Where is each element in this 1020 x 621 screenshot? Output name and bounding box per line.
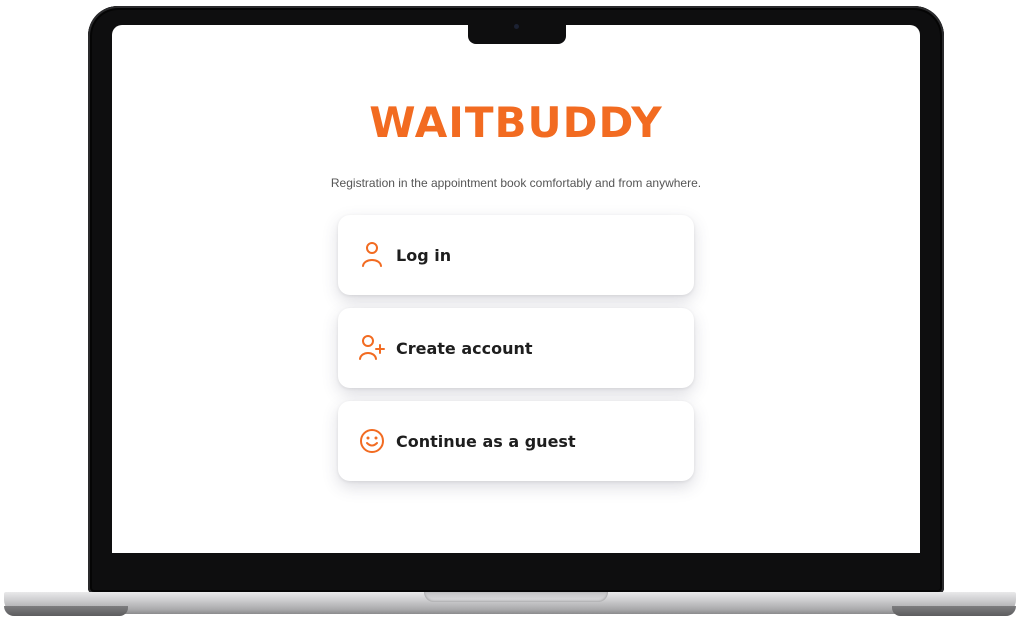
tagline: Registration in the appointment book com… bbox=[330, 176, 702, 190]
user-plus-icon bbox=[358, 332, 386, 364]
app-logo: WAITBUDDY bbox=[369, 98, 663, 147]
user-icon bbox=[358, 239, 386, 271]
create-account-button[interactable]: Create account bbox=[338, 308, 694, 388]
camera-icon bbox=[514, 24, 519, 29]
laptop-base-edge-left bbox=[4, 606, 128, 616]
login-button[interactable]: Log in bbox=[338, 215, 694, 295]
smiley-icon bbox=[358, 425, 386, 457]
login-label: Log in bbox=[396, 245, 452, 265]
create-account-label: Create account bbox=[396, 338, 533, 358]
laptop-base-groove bbox=[424, 592, 608, 602]
laptop-base-edge-right bbox=[892, 606, 1016, 616]
guest-label: Continue as a guest bbox=[396, 431, 576, 451]
guest-button[interactable]: Continue as a guest bbox=[338, 401, 694, 481]
